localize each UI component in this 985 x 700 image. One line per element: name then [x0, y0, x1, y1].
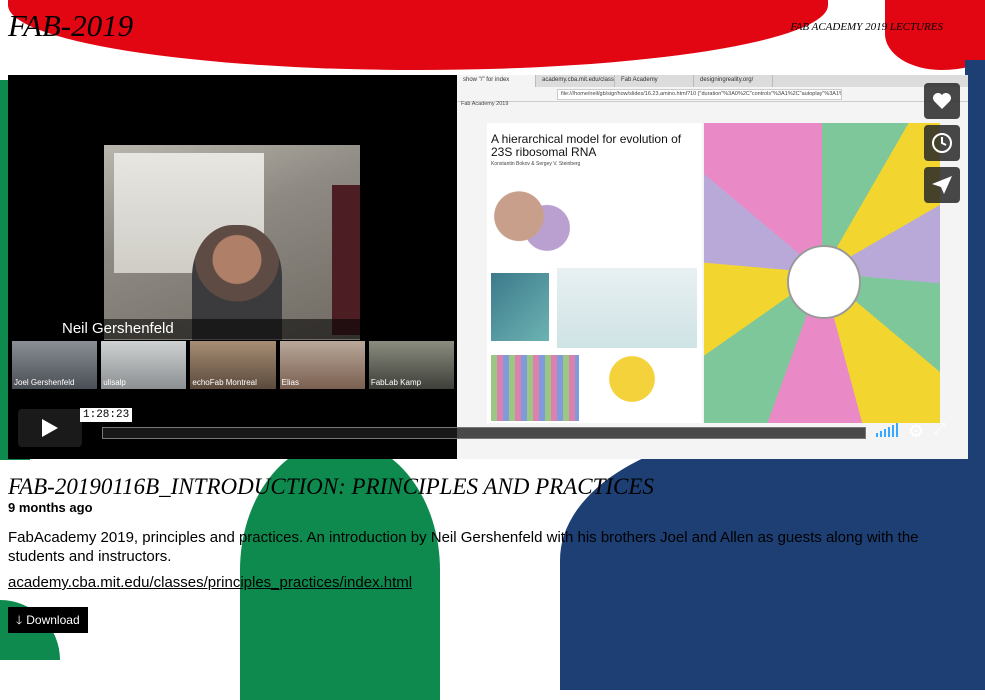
video-player[interactable]: Neil Gershenfeld Joel Gershenfeld ulisal… — [8, 75, 968, 459]
progress-bar[interactable] — [102, 427, 866, 439]
player-controls: 1:28:23 ⚙ ⤢ — [8, 405, 968, 447]
participant-name: FabLab Kamp — [370, 378, 422, 387]
download-button[interactable]: 🡓 Download — [8, 607, 88, 633]
play-button[interactable] — [18, 409, 82, 447]
slide-title: A hierarchical model for evolution of 23… — [491, 132, 682, 159]
fullscreen-icon[interactable]: ⤢ — [933, 421, 946, 439]
volume-icon[interactable] — [876, 423, 898, 437]
bg-red-shape-right — [885, 0, 985, 70]
time-tooltip: 1:28:23 — [80, 408, 133, 422]
browser-bookmark: Fab Academy 2019 — [461, 101, 509, 107]
slide-authors: Konstantin Bokov & Sergey V. Steinberg — [491, 161, 581, 167]
shared-screen: show "/" for index academy.cba.mit.edu/c… — [457, 75, 968, 459]
participant-name: Elias — [281, 378, 299, 387]
video-date: 9 months ago — [8, 500, 93, 515]
membrane-figure — [557, 268, 697, 348]
browser-tab: show "/" for index — [457, 75, 536, 87]
heart-icon[interactable] — [924, 83, 960, 119]
play-icon — [42, 419, 58, 437]
browser-tab: designingreality.org/ — [694, 75, 773, 87]
participant-thumbnail: echoFab Montreal — [190, 341, 276, 389]
speaker-name-label: Neil Gershenfeld — [62, 319, 402, 339]
participant-thumbnail: FabLab Kamp — [368, 341, 455, 389]
video-curtain — [332, 185, 360, 335]
participant-name: Joel Gershenfeld — [14, 378, 75, 387]
browser-tabs: show "/" for index academy.cba.mit.edu/c… — [457, 75, 968, 87]
video-description: FabAcademy 2019, principles and practice… — [8, 529, 919, 565]
participant-thumbnail: Elias — [279, 341, 365, 389]
speaker-video — [104, 145, 360, 340]
paper-plane-icon[interactable] — [924, 167, 960, 203]
participant-thumbnail: ulisalp — [101, 341, 187, 389]
player-side-actions — [924, 83, 960, 203]
browser-tab: academy.cba.mit.edu/classes/p — [536, 75, 615, 87]
browser-toolbar: file:///home/neil/gb/sigr/how/slides/16.… — [457, 87, 968, 102]
slide-panel: A hierarchical model for evolution of 23… — [487, 123, 702, 423]
ribosome-figure — [491, 185, 571, 263]
participant-name: ulisalp — [103, 378, 126, 387]
browser-url: file:///home/neil/gb/sigr/how/slides/16.… — [557, 89, 842, 100]
browser-tab: Fab Academy — [615, 75, 694, 87]
codon-wheel-hub — [787, 245, 861, 319]
participant-thumbnail: Joel Gershenfeld — [12, 341, 98, 389]
gear-icon[interactable]: ⚙ — [908, 421, 924, 442]
nav-lectures-link[interactable]: FAB ACADEMY 2019 LECTURES — [790, 21, 943, 33]
course-link[interactable]: academy.cba.mit.edu/classes/principles_p… — [8, 574, 412, 591]
download-label: Download — [26, 613, 80, 627]
bg-blue-shape-right — [965, 60, 985, 460]
molecule-figure — [491, 273, 549, 341]
clock-icon[interactable] — [924, 125, 960, 161]
participant-name: echoFab Montreal — [192, 378, 257, 387]
video-title: FAB-20190116B_INTRODUCTION: PRINCIPLES A… — [8, 474, 654, 499]
download-arrow-icon: 🡓 — [16, 613, 23, 627]
site-title[interactable]: FAB-2019 — [8, 8, 133, 44]
participant-thumbnails: Joel Gershenfeld ulisalp echoFab Montrea… — [12, 341, 455, 389]
